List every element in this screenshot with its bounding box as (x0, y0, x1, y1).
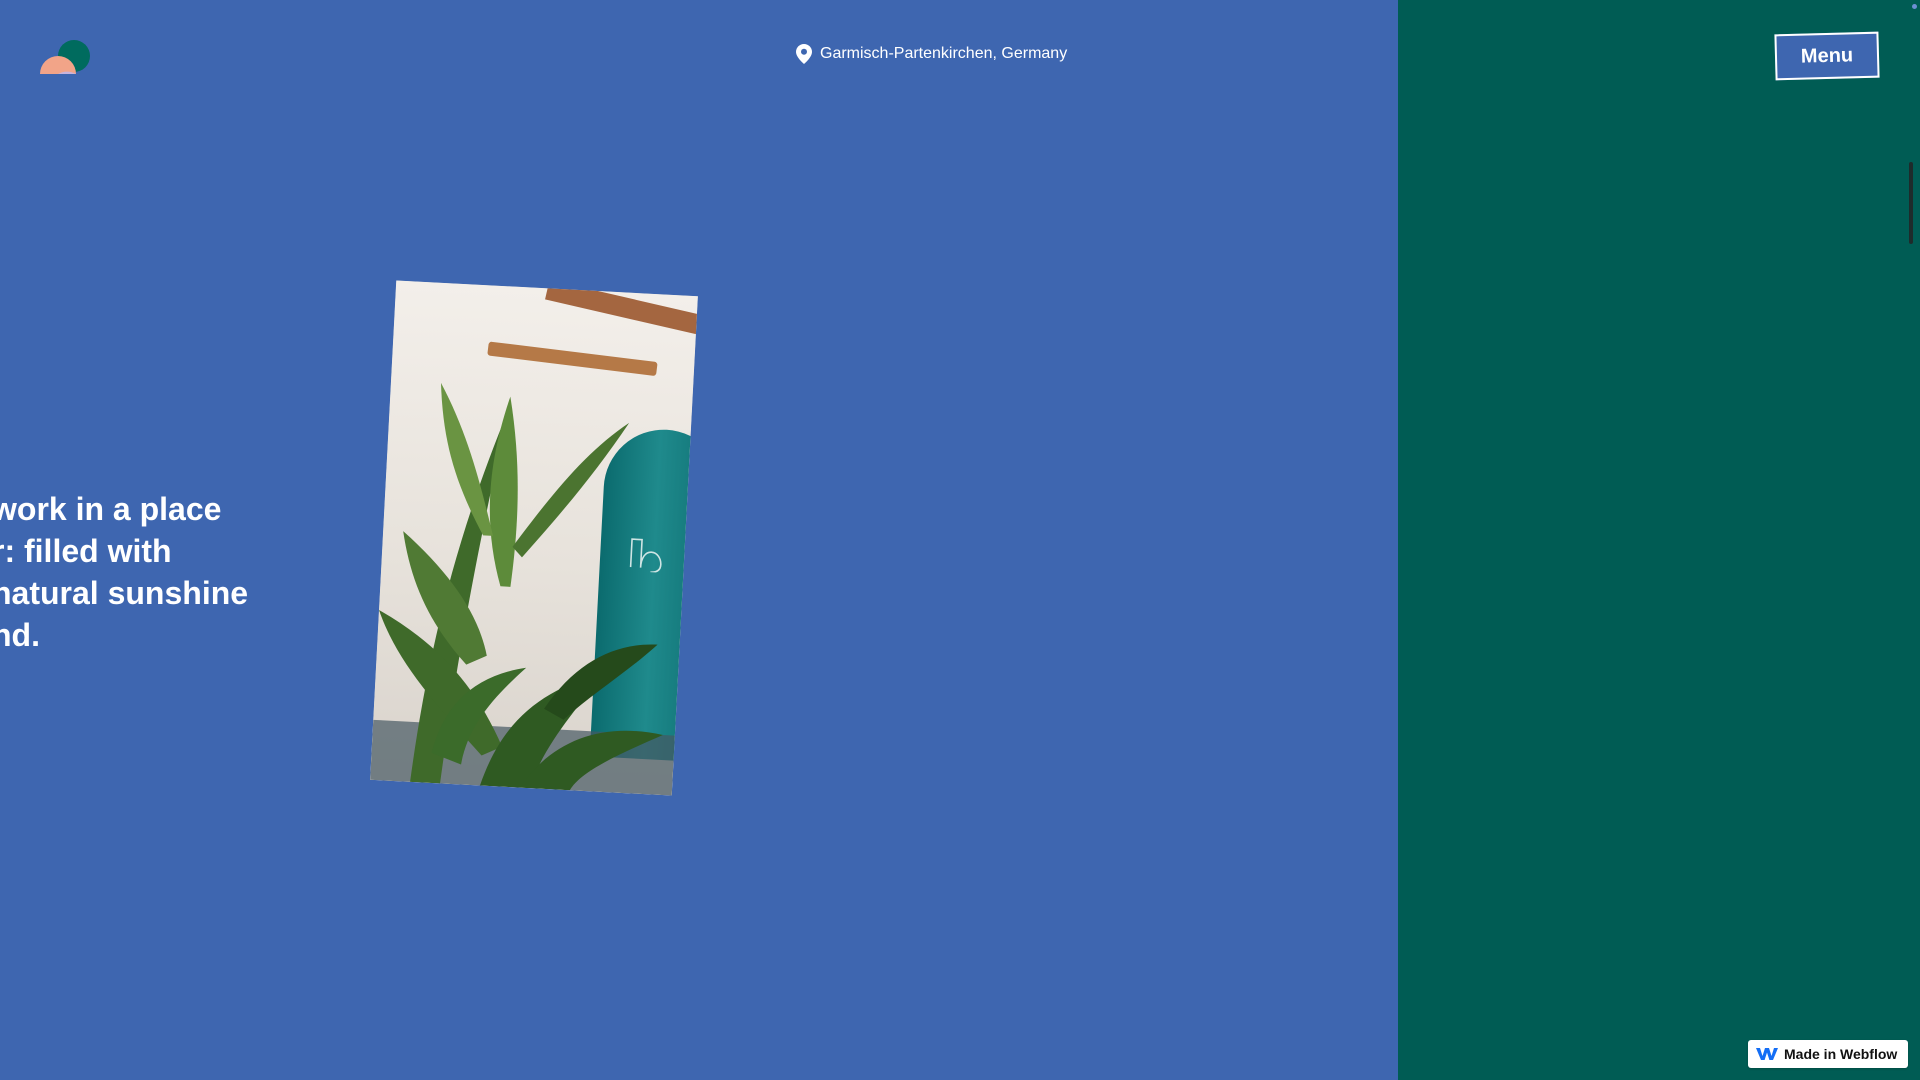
made-in-webflow-badge[interactable]: Made in Webflow (1748, 1040, 1908, 1068)
badge-label: Made in Webflow (1784, 1046, 1898, 1062)
hero-photo (370, 280, 698, 796)
location-pin-icon (796, 44, 812, 64)
location-text: Garmisch-Partenkirchen, Germany (820, 45, 1068, 62)
webflow-logo-icon (1756, 1048, 1778, 1060)
photo-plants (379, 382, 663, 791)
corner-indicator (1912, 4, 1917, 9)
green-panel (1398, 0, 1920, 1080)
location-label: Garmisch-Partenkirchen, Germany (796, 44, 1067, 64)
menu-button[interactable]: Menu (1774, 31, 1880, 81)
brand-logo-icon[interactable] (38, 38, 94, 76)
hero-text: work in a place r: filled with natural s… (0, 491, 249, 653)
blue-panel: Garmisch-Partenkirchen, Germany work in … (0, 0, 1398, 1080)
scrollbar-thumb[interactable] (1909, 162, 1913, 244)
